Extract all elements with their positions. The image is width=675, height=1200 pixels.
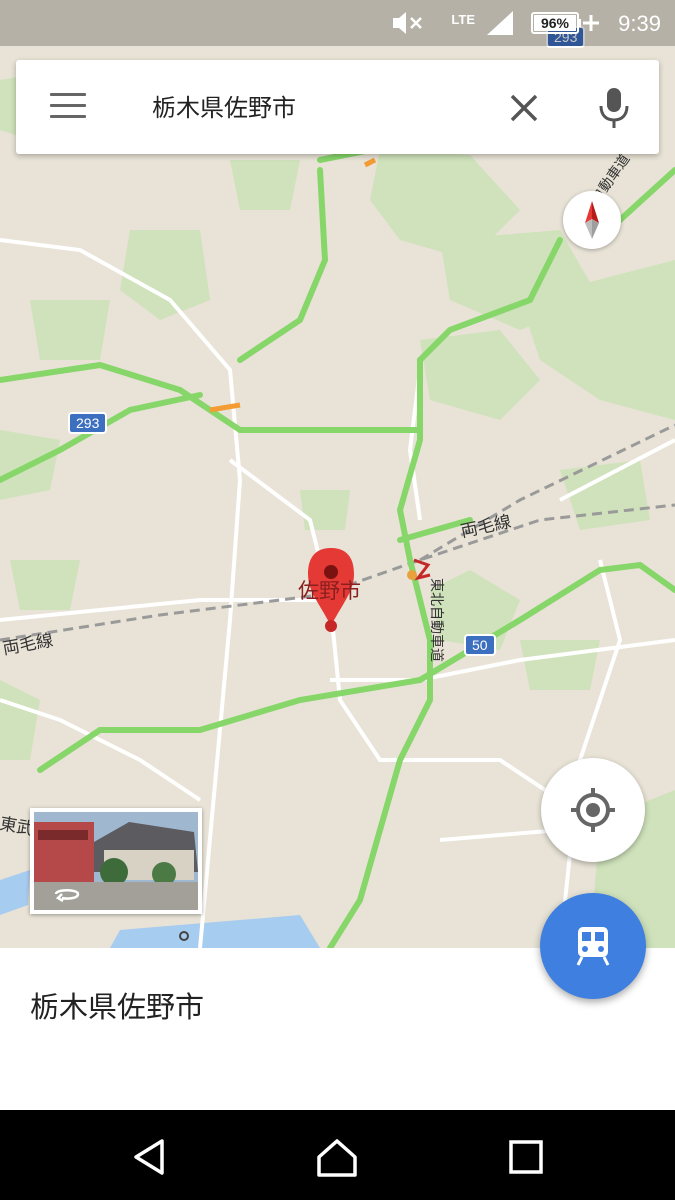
train-icon [576, 927, 610, 966]
street-view-rotate-icon [54, 889, 80, 902]
signal-icon [485, 8, 515, 38]
route-293-shield: 293 [68, 412, 108, 434]
status-bar: LTE 96% 9:39 [0, 0, 675, 46]
system-nav-bar [0, 1110, 675, 1200]
clock: 9:39 [618, 11, 661, 36]
directions-fab[interactable] [540, 893, 646, 999]
battery-text: 96% [541, 15, 570, 31]
menu-icon[interactable] [50, 93, 86, 121]
place-title: 栃木県佐野市 [30, 990, 205, 1024]
mic-icon[interactable] [594, 84, 634, 132]
compass-icon[interactable] [563, 191, 621, 249]
network-type: LTE [451, 11, 475, 27]
back-icon[interactable] [128, 1135, 172, 1179]
my-location-icon[interactable] [541, 758, 645, 862]
city-label[interactable]: 佐野市 [298, 575, 361, 605]
street-view-thumbnail[interactable] [30, 808, 202, 914]
search-input[interactable]: 栃木県佐野市 [152, 88, 296, 123]
search-bar[interactable]: 栃木県佐野市 [16, 60, 659, 154]
mute-icon [391, 8, 427, 38]
route-50-shield: 50 [464, 634, 496, 656]
home-icon[interactable] [315, 1135, 359, 1179]
recents-icon[interactable] [504, 1135, 548, 1179]
expressway-label: 東北自動車道 [428, 578, 444, 662]
close-icon[interactable] [504, 88, 544, 128]
battery-icon: 96% [531, 8, 603, 38]
